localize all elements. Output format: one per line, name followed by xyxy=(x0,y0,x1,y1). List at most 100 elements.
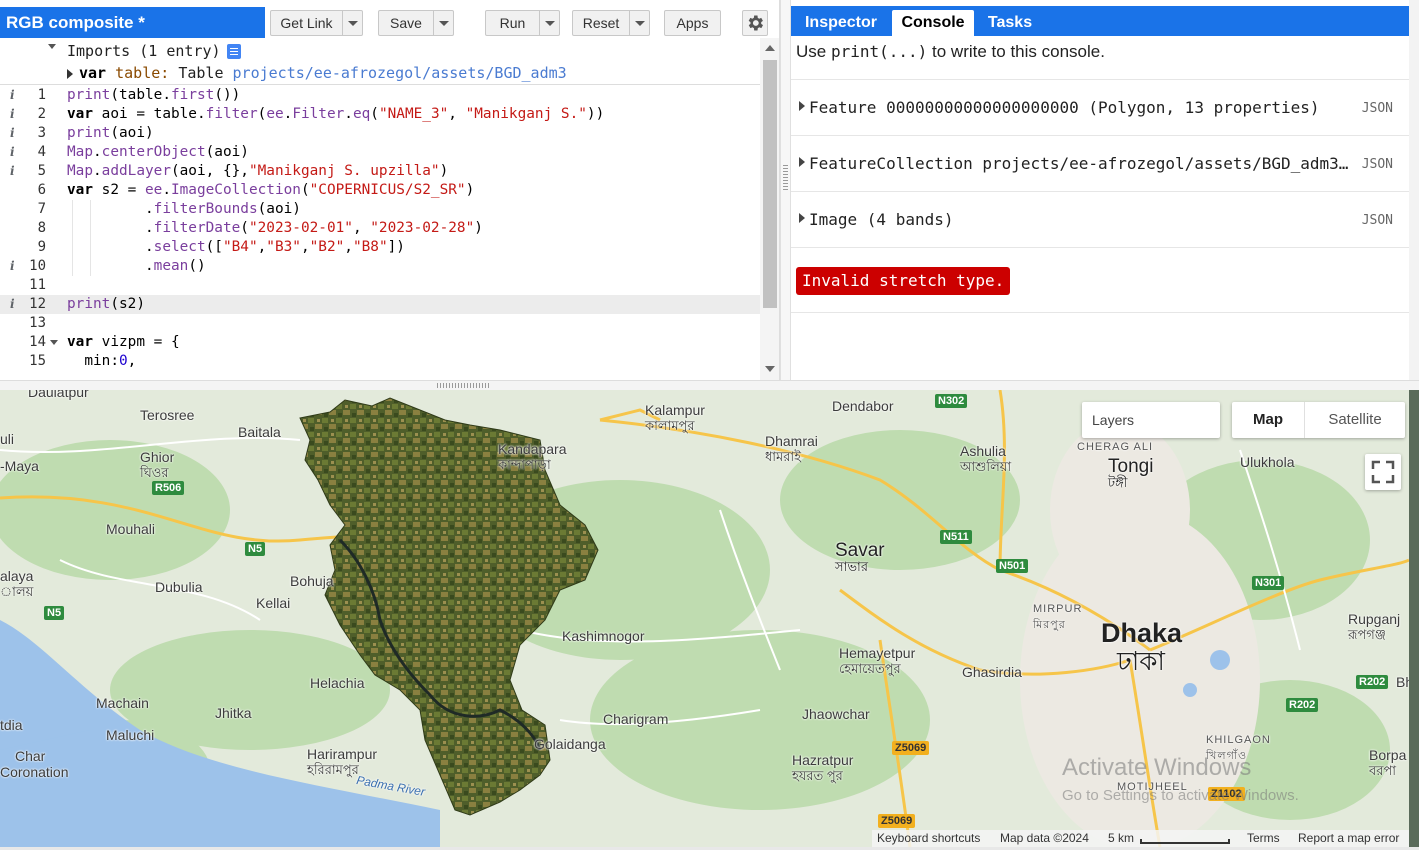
settings-button[interactable] xyxy=(742,10,768,36)
fold-icon[interactable] xyxy=(50,340,58,345)
code-line[interactable]: 8 .filterDate("2023-02-01", "2023-02-28"… xyxy=(0,219,760,238)
imports-header[interactable]: Imports (1 entry) xyxy=(67,40,241,62)
json-badge[interactable]: JSON xyxy=(1362,213,1393,228)
import-type: Table xyxy=(178,64,224,82)
json-badge[interactable]: JSON xyxy=(1362,101,1393,116)
scroll-down-icon[interactable] xyxy=(765,366,775,372)
info-icon[interactable]: i xyxy=(10,162,15,181)
chevron-down-icon xyxy=(438,20,449,26)
fullscreen-button[interactable] xyxy=(1365,454,1401,490)
road-shield: R506 xyxy=(152,481,185,495)
code-line[interactable]: 13 xyxy=(0,314,760,333)
map-label: Maluchi xyxy=(106,727,155,743)
console-row[interactable]: Image (4 bands) JSON xyxy=(791,191,1409,247)
satellite-view-button[interactable]: Satellite xyxy=(1305,402,1405,438)
code-token: ( xyxy=(257,106,267,122)
terms-link[interactable]: Terms xyxy=(1247,831,1280,845)
run-button[interactable]: Run xyxy=(485,10,560,36)
show-code-icon[interactable] xyxy=(226,44,241,59)
get-link-button[interactable]: Get Link xyxy=(270,10,363,36)
code-token: ee xyxy=(144,182,163,198)
map-label-en: Rupganj xyxy=(1348,611,1401,627)
line-number: 7 xyxy=(37,201,46,217)
info-icon[interactable]: i xyxy=(10,143,15,162)
apps-button[interactable]: Apps xyxy=(664,10,721,36)
code-line[interactable]: 7 .filterBounds(aoi) xyxy=(0,200,760,219)
map-label-bn: হযরত পুর xyxy=(792,768,843,783)
line-number: 12 xyxy=(29,296,46,312)
code-line[interactable]: i 3 print(aoi) xyxy=(0,124,760,143)
scale-label[interactable]: 5 km xyxy=(1108,831,1134,845)
map-label: Hazratpur হযরত পুর xyxy=(792,752,853,784)
save-dropdown[interactable] xyxy=(433,11,453,35)
info-icon[interactable]: i xyxy=(10,86,15,105)
get-link-dropdown[interactable] xyxy=(342,11,362,35)
chevron-down-icon xyxy=(544,20,555,26)
expand-triangle-icon[interactable] xyxy=(799,213,805,223)
code-token: (aoi) xyxy=(257,201,301,217)
import-entry[interactable]: var table: Table projects/ee-afrozegol/a… xyxy=(67,62,567,84)
save-button[interactable]: Save xyxy=(378,10,454,36)
layers-control[interactable]: Layers xyxy=(1082,402,1220,438)
map-label-bn: হেমায়েতপুর xyxy=(839,661,901,676)
tab-tasks[interactable]: Tasks xyxy=(981,10,1039,36)
run-dropdown[interactable] xyxy=(539,11,559,35)
code-line[interactable]: i 2 var aoi = table.filter(ee.Filter.eq("N… xyxy=(0,105,760,124)
map-label-en: Hemayetpur xyxy=(839,645,916,661)
code-text: Map.addLayer(aoi, {},"Manikganj S. upzil… xyxy=(67,162,448,181)
horizontal-splitter[interactable] xyxy=(0,380,1419,390)
code-line[interactable]: i 1 print(table.first()) xyxy=(0,86,760,105)
console-row[interactable]: Feature 00000000000000000000 (Polygon, 1… xyxy=(791,79,1409,135)
expand-triangle-icon[interactable] xyxy=(67,68,73,79)
map-data-credit[interactable]: Map data ©2024 xyxy=(1000,831,1089,845)
tab-console[interactable]: Console xyxy=(892,10,974,36)
import-path[interactable]: projects/ee-afrozegol/assets/BGD_adm3 xyxy=(233,64,567,82)
console-row[interactable]: FeatureCollection projects/ee-afrozegol/… xyxy=(791,135,1409,191)
reset-dropdown[interactable] xyxy=(629,11,649,35)
code-token: select xyxy=(153,239,206,255)
map-label-en: KHILGAON xyxy=(1206,734,1271,746)
info-icon[interactable]: i xyxy=(10,295,15,314)
line-number: 3 xyxy=(37,125,46,141)
reset-button[interactable]: Reset xyxy=(572,10,650,36)
code-area[interactable]: i 1 print(table.first()) i 2 var aoi = table.… xyxy=(0,86,760,380)
code-line[interactable]: 15 min:0, xyxy=(0,352,760,371)
code-line[interactable]: 11 xyxy=(0,276,760,295)
info-icon[interactable]: i xyxy=(10,257,15,276)
map-label: Baitala xyxy=(238,424,281,440)
tab-inspector[interactable]: Inspector xyxy=(796,10,886,36)
right-panel-scrollbar[interactable] xyxy=(1409,0,1419,380)
scale-bar[interactable] xyxy=(1140,839,1230,844)
collapse-imports-icon[interactable] xyxy=(48,44,56,49)
code-text: Map.centerObject(aoi) xyxy=(67,143,249,162)
report-error-link[interactable]: Report a map error xyxy=(1298,831,1399,845)
expand-triangle-icon[interactable] xyxy=(799,157,805,167)
editor-scroll-thumb[interactable] xyxy=(763,60,777,308)
road-shield: N302 xyxy=(935,394,968,408)
code-token: table xyxy=(153,106,197,122)
map-canvas[interactable]: Daulatpur Terosree Baitala uli -Maya Ghi… xyxy=(0,390,1409,847)
code-line[interactable]: 6 var s2 = ee.ImageCollection("COPERNICUS… xyxy=(0,181,760,200)
code-token: first xyxy=(171,87,215,103)
splitter-grip[interactable] xyxy=(437,383,489,388)
editor-scrollbar[interactable] xyxy=(760,38,779,380)
info-icon[interactable]: i xyxy=(10,124,15,143)
code-token: (aoi) xyxy=(110,125,154,141)
splitter-grip[interactable] xyxy=(783,165,788,191)
scroll-up-icon[interactable] xyxy=(765,45,775,51)
activation-watermark: Activate Windows xyxy=(1062,754,1252,781)
code-line[interactable]: i 5 Map.addLayer(aoi, {},"Manikganj S. upz… xyxy=(0,162,760,181)
code-line[interactable]: i 12 print(s2) xyxy=(0,295,760,314)
map-view-button[interactable]: Map xyxy=(1232,402,1305,438)
info-icon[interactable]: i xyxy=(10,105,15,124)
code-line[interactable]: i 10 .mean() xyxy=(0,257,760,276)
json-badge[interactable]: JSON xyxy=(1362,157,1393,172)
code-line[interactable]: i 4 Map.centerObject(aoi) xyxy=(0,143,760,162)
expand-triangle-icon[interactable] xyxy=(799,101,805,111)
vertical-splitter[interactable] xyxy=(780,0,791,380)
activation-watermark-sub: Go to Settings to activate Windows. xyxy=(1062,787,1299,804)
code-line[interactable]: 14 var vizpm = { xyxy=(0,333,760,352)
keyboard-shortcuts-link[interactable]: Keyboard shortcuts xyxy=(877,831,980,845)
code-line[interactable]: 9 .select(["B4","B3","B2","B8"]) xyxy=(0,238,760,257)
code-token: print xyxy=(67,296,111,312)
